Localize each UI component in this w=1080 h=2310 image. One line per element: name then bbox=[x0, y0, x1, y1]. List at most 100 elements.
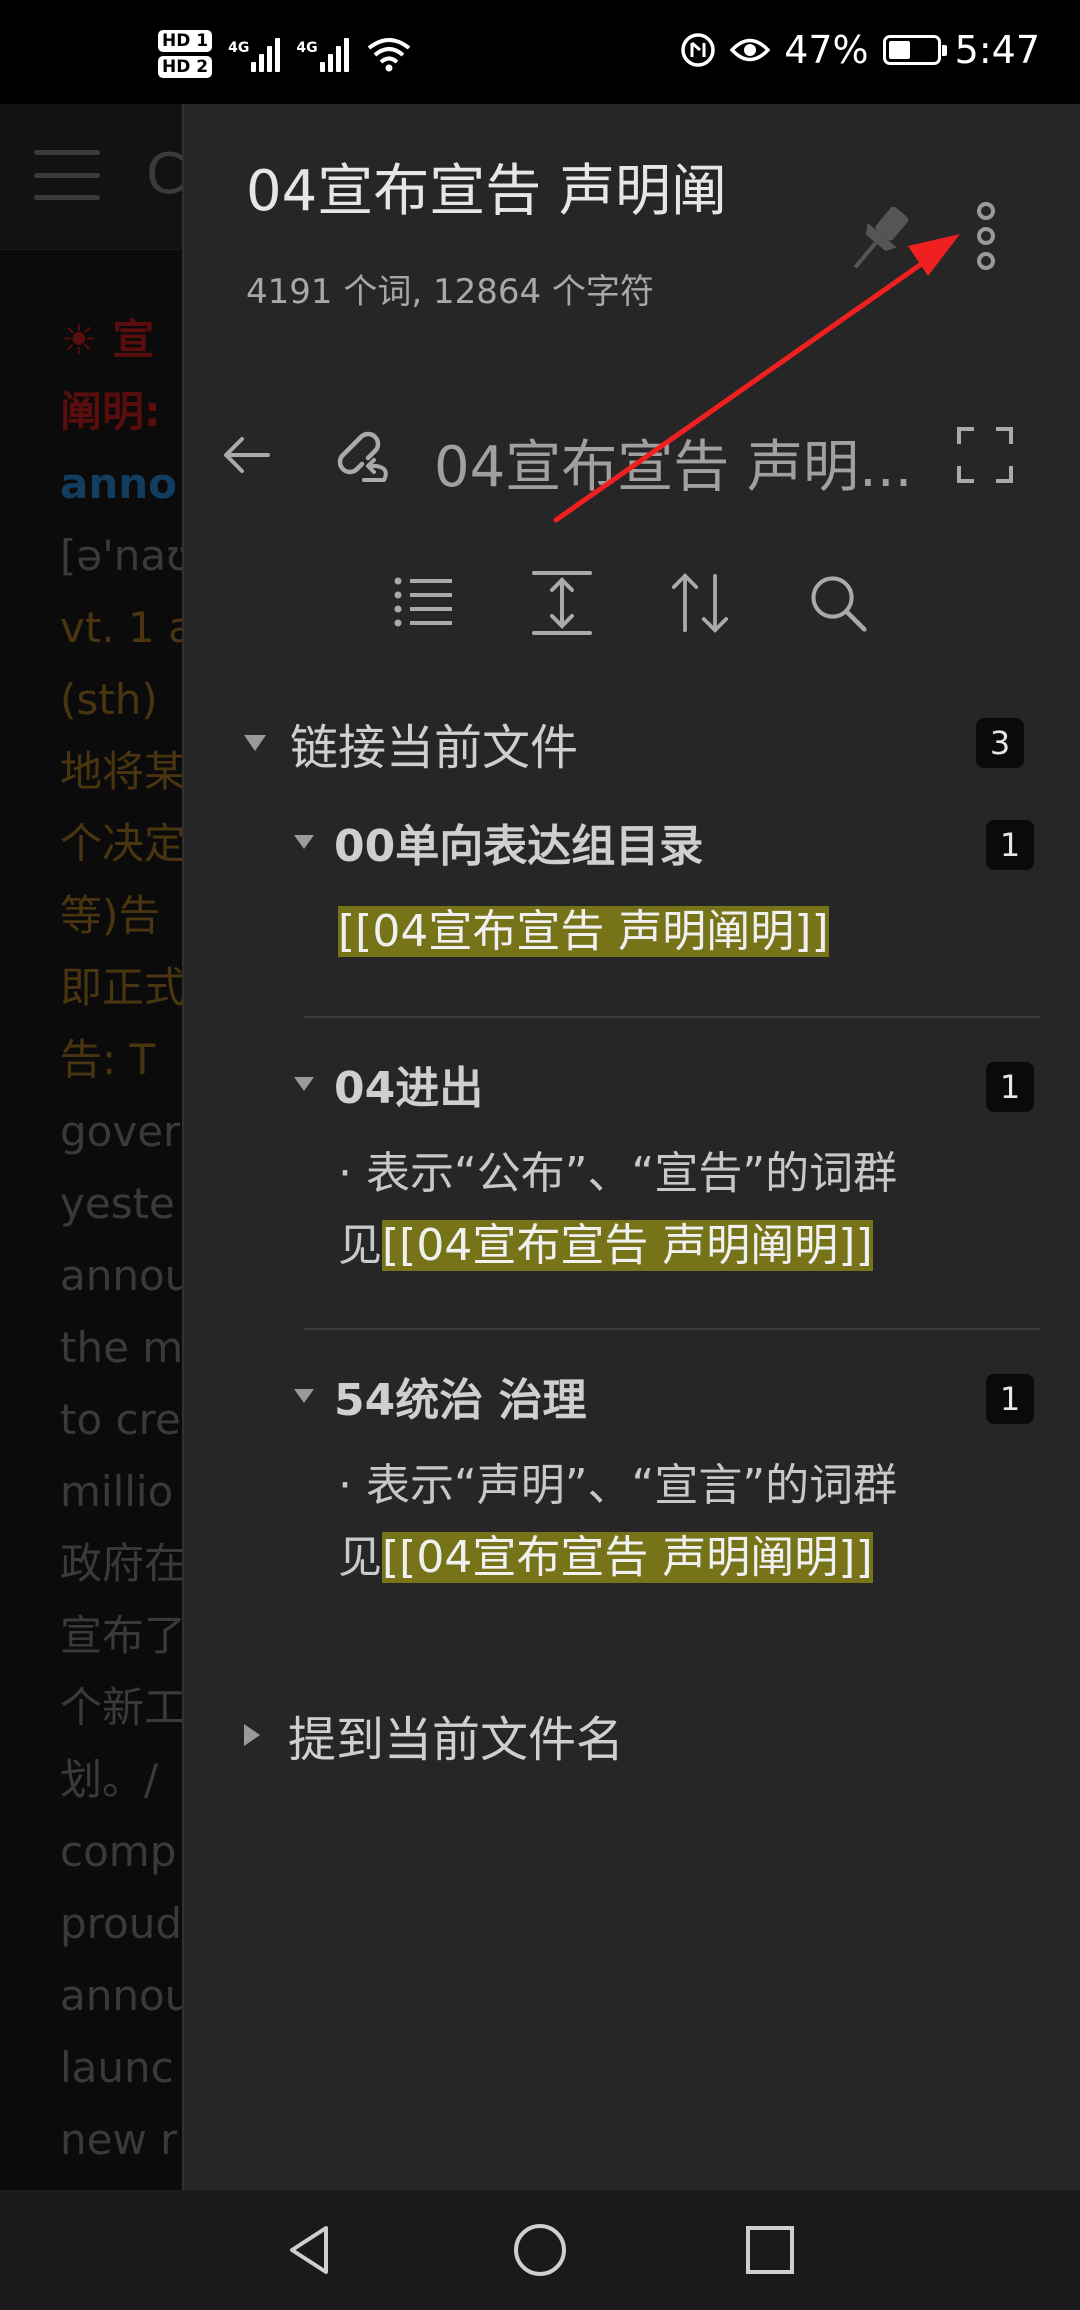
divider bbox=[304, 1328, 1040, 1330]
backlink-group-header[interactable]: 00单向表达组目录 1 bbox=[294, 810, 1034, 874]
context-line: · 表示“声明”、“宣言”的词群 bbox=[338, 1460, 898, 1511]
editor-line: new r bbox=[60, 2115, 178, 2164]
linked-note-title[interactable]: 04宣布宣告 声明... bbox=[434, 422, 912, 503]
collapse-triangle-icon bbox=[294, 1389, 314, 1403]
fullscreen-button[interactable] bbox=[956, 426, 1014, 484]
editor-line: annou bbox=[60, 1971, 182, 2020]
pin-button[interactable] bbox=[834, 194, 924, 284]
linked-mentions-header[interactable]: 链接当前文件 3 bbox=[244, 708, 1024, 778]
editor-title-fragment: C bbox=[146, 142, 182, 207]
editor-line: [ə'naʊ bbox=[60, 531, 182, 580]
battery-icon bbox=[882, 35, 947, 65]
editor-line: yeste bbox=[60, 1179, 175, 1228]
search-button[interactable] bbox=[808, 568, 868, 638]
editor-line: 地将某 bbox=[60, 747, 182, 796]
context-prefix: 见 bbox=[338, 1220, 382, 1271]
editor-line: 政府在 bbox=[60, 1539, 182, 1588]
unlinked-mentions-header[interactable]: 提到当前文件名 bbox=[244, 1700, 1024, 1770]
status-bar: HD 1 HD 2 4G 4G 47% 5:47 bbox=[0, 0, 1080, 104]
backlinks-panel: 04宣布宣告 声明阐 4191 个词, 12864 个字符 04宣布宣告 声明.… bbox=[182, 104, 1080, 2190]
arrow-left-icon bbox=[224, 437, 270, 473]
backlink-match[interactable]: [[04宣布宣告 声明阐明]] bbox=[382, 1532, 873, 1583]
backlink-group-count: 1 bbox=[986, 1374, 1034, 1424]
backlink-group: 04进出 1 · 表示“公布”、“宣告”的词群 见[[04宣布宣告 声明阐明]] bbox=[294, 1052, 1034, 1282]
dot-icon bbox=[977, 252, 995, 270]
more-options-button[interactable] bbox=[966, 196, 1006, 276]
link-return-icon bbox=[337, 431, 388, 482]
toggle-list-button[interactable] bbox=[394, 568, 454, 638]
editor-line: comp bbox=[60, 1827, 177, 1876]
triangle-back-icon bbox=[290, 2226, 328, 2274]
clock: 5:47 bbox=[954, 28, 1040, 72]
context-line: · 表示“公布”、“宣告”的词群 bbox=[338, 1148, 898, 1199]
linked-mentions-section: 链接当前文件 3 bbox=[244, 708, 1024, 778]
recents-nav-button[interactable] bbox=[742, 2222, 798, 2278]
collapse-expand-button[interactable] bbox=[532, 568, 592, 638]
search-icon bbox=[811, 576, 867, 632]
backlink-context: · 表示“公布”、“宣告”的词群 见[[04宣布宣告 声明阐明]] bbox=[338, 1138, 1034, 1282]
backlink-source-title[interactable]: 54统治 治理 bbox=[334, 1364, 587, 1428]
editor-line: 告: T bbox=[60, 1035, 156, 1084]
panel-title: 04宣布宣告 声明阐 bbox=[246, 159, 728, 224]
back-button[interactable] bbox=[220, 428, 274, 482]
editor-line: 宣布了 bbox=[60, 1611, 182, 1660]
backlink-group: 00单向表达组目录 1 [[04宣布宣告 声明阐明]] bbox=[294, 810, 1034, 968]
backlink-context: · 表示“声明”、“宣言”的词群 见[[04宣布宣告 声明阐明]] bbox=[338, 1450, 1034, 1594]
backlink-source-title[interactable]: 00单向表达组目录 bbox=[334, 810, 703, 874]
linked-mentions-count: 3 bbox=[976, 718, 1024, 768]
collapse-triangle-icon bbox=[294, 835, 314, 849]
menu-icon[interactable] bbox=[34, 150, 100, 200]
eye-comfort-icon bbox=[730, 38, 771, 62]
unlinked-mentions-label: 提到当前文件名 bbox=[288, 1712, 625, 1768]
backlink-button[interactable] bbox=[324, 420, 394, 490]
square-recents-icon bbox=[746, 2226, 794, 2274]
circle-home-icon bbox=[514, 2224, 566, 2276]
backlink-group-header[interactable]: 04进出 1 bbox=[294, 1052, 1034, 1116]
linked-mentions-label: 链接当前文件 bbox=[290, 720, 579, 776]
backlink-group-count: 1 bbox=[986, 820, 1034, 870]
unlinked-mentions-section: 提到当前文件名 bbox=[244, 1700, 1024, 1770]
backlink-group-count: 1 bbox=[986, 1062, 1034, 1112]
battery-percent: 47% bbox=[784, 28, 869, 72]
dot-icon bbox=[977, 227, 995, 245]
cell-signal-2-icon: 4G bbox=[296, 36, 349, 72]
editor-line: 划。/ bbox=[60, 1755, 159, 1804]
home-nav-button[interactable] bbox=[512, 2222, 568, 2278]
signal-indicators: HD 1 HD 2 4G 4G bbox=[158, 30, 411, 78]
editor-line: anno bbox=[60, 459, 177, 508]
background-editor: C ☀ 宣阐明: anno [ə'naʊ vt. 1 a (sth) 地将某 个决定 等)告即… bbox=[0, 104, 182, 2190]
word-count-stats: 4191 个词, 12864 个字符 bbox=[246, 272, 654, 312]
context-prefix: 见 bbox=[338, 1532, 382, 1583]
cell-signal-1-icon: 4G bbox=[228, 36, 281, 72]
back-nav-button[interactable] bbox=[282, 2222, 338, 2278]
editor-line: 等)告 bbox=[60, 891, 161, 940]
backlinks-toolbar bbox=[394, 568, 868, 638]
wifi-icon bbox=[367, 38, 410, 72]
editor-line: ☀ 宣 bbox=[60, 315, 155, 364]
backlink-group: 54统治 治理 1 · 表示“声明”、“宣言”的词群 见[[04宣布宣告 声明阐… bbox=[294, 1364, 1034, 1594]
sort-icon bbox=[671, 573, 729, 633]
editor-line: millio bbox=[60, 1467, 174, 1516]
divider bbox=[304, 1016, 1040, 1018]
editor-line: 个决定 bbox=[60, 819, 182, 868]
backlink-match[interactable]: [[04宣布宣告 声明阐明]] bbox=[338, 906, 829, 957]
editor-line: to cre bbox=[60, 1395, 181, 1444]
backlink-source-title[interactable]: 04进出 bbox=[334, 1052, 483, 1116]
collapse-triangle-icon bbox=[244, 735, 266, 751]
sort-button[interactable] bbox=[670, 568, 730, 638]
expand-triangle-icon bbox=[244, 1724, 260, 1746]
dot-icon bbox=[977, 202, 995, 220]
backlink-group-header[interactable]: 54统治 治理 1 bbox=[294, 1364, 1034, 1428]
collapse-triangle-icon bbox=[294, 1077, 314, 1091]
system-nav-bar bbox=[0, 2190, 1080, 2310]
backlink-match[interactable]: [[04宣布宣告 声明阐明]] bbox=[382, 1220, 873, 1271]
panel-nav-row: 04宣布宣告 声明... bbox=[220, 404, 1020, 514]
backlink-context: [[04宣布宣告 声明阐明]] bbox=[338, 896, 1034, 968]
nfc-icon bbox=[681, 33, 715, 67]
hd-badge-2: HD 2 bbox=[158, 56, 213, 78]
editor-line: (sth) bbox=[60, 675, 158, 724]
editor-line: the m bbox=[60, 1323, 182, 1372]
editor-line: 即正式 bbox=[60, 963, 182, 1012]
list-icon bbox=[394, 577, 452, 627]
editor-line: proud bbox=[60, 1899, 182, 1948]
